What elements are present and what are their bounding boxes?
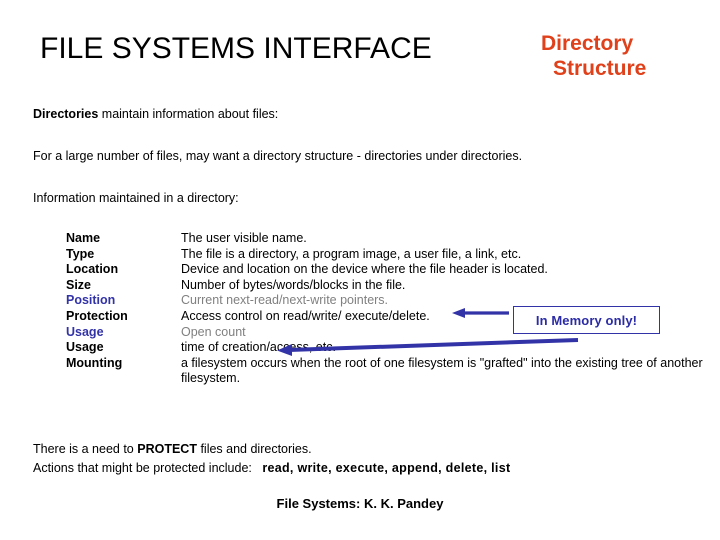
subject-title: Directory Structure xyxy=(541,31,711,81)
attribute-description: The file is a directory, a program image… xyxy=(181,246,522,261)
actions-prefix: Actions that might be protected include: xyxy=(33,461,252,475)
attribute-name: Mounting xyxy=(66,355,123,370)
attribute-name: Size xyxy=(66,277,92,292)
attribute-description: Number of bytes/words/blocks in the file… xyxy=(181,277,406,292)
page-title: FILE SYSTEMS INTERFACE xyxy=(40,32,432,65)
protect-prefix: There is a need to xyxy=(33,442,138,456)
attribute-name: Name xyxy=(66,231,101,245)
footer-credit: File Systems: K. K. Pandey xyxy=(276,496,444,511)
attribute-description: Device and location on the device where … xyxy=(181,262,548,277)
table-row: Mounting a filesystem occurs when the roo… xyxy=(66,356,720,387)
attribute-description: time of creation/access, etc. xyxy=(181,340,336,355)
attribute-name: Usage xyxy=(66,340,104,355)
actions-statement: Actions that might be protected include:… xyxy=(33,461,510,476)
subject-title-line1: Directory xyxy=(541,32,634,55)
in-memory-only-callout: In Memory only! xyxy=(513,306,660,334)
attribute-name: Type xyxy=(66,246,95,261)
protect-keyword: PROTECT xyxy=(137,442,197,456)
attribute-description: a filesystem occurs when the root of one… xyxy=(181,355,703,386)
attribute-name: Location xyxy=(66,262,119,277)
attribute-name: Protection xyxy=(66,308,128,323)
intro-info-maintained-line: Information maintained in a directory: xyxy=(33,191,239,205)
protect-suffix: files and directories. xyxy=(196,442,312,456)
intro-directories-line: Directories maintain information about f… xyxy=(33,107,278,122)
protect-statement: There is a need to PROTECT files and dir… xyxy=(33,442,312,457)
attribute-name: Position xyxy=(66,293,116,308)
table-row: Type The file is a directory, a program i… xyxy=(66,247,720,263)
subject-title-line2: Structure xyxy=(553,57,647,80)
slide-canvas: FILE SYSTEMS INTERFACE Directory Structu… xyxy=(0,0,720,540)
actions-list: read, write, execute, append, delete, li… xyxy=(262,461,511,475)
attribute-description: The user visible name. xyxy=(181,231,307,245)
table-row: Size Number of bytes/words/blocks in the … xyxy=(66,278,720,294)
table-row: Location Device and location on the devic… xyxy=(66,262,720,278)
intro-large-number-line: For a large number of files, may want a … xyxy=(33,149,523,163)
table-row: Name The user visible name. xyxy=(66,231,720,247)
attribute-name: Usage xyxy=(66,324,104,339)
intro-directories-keyword: Directories xyxy=(33,107,99,121)
table-row: Usage time of creation/access, etc. xyxy=(66,340,720,356)
intro-directories-rest: maintain information about files: xyxy=(98,107,279,121)
